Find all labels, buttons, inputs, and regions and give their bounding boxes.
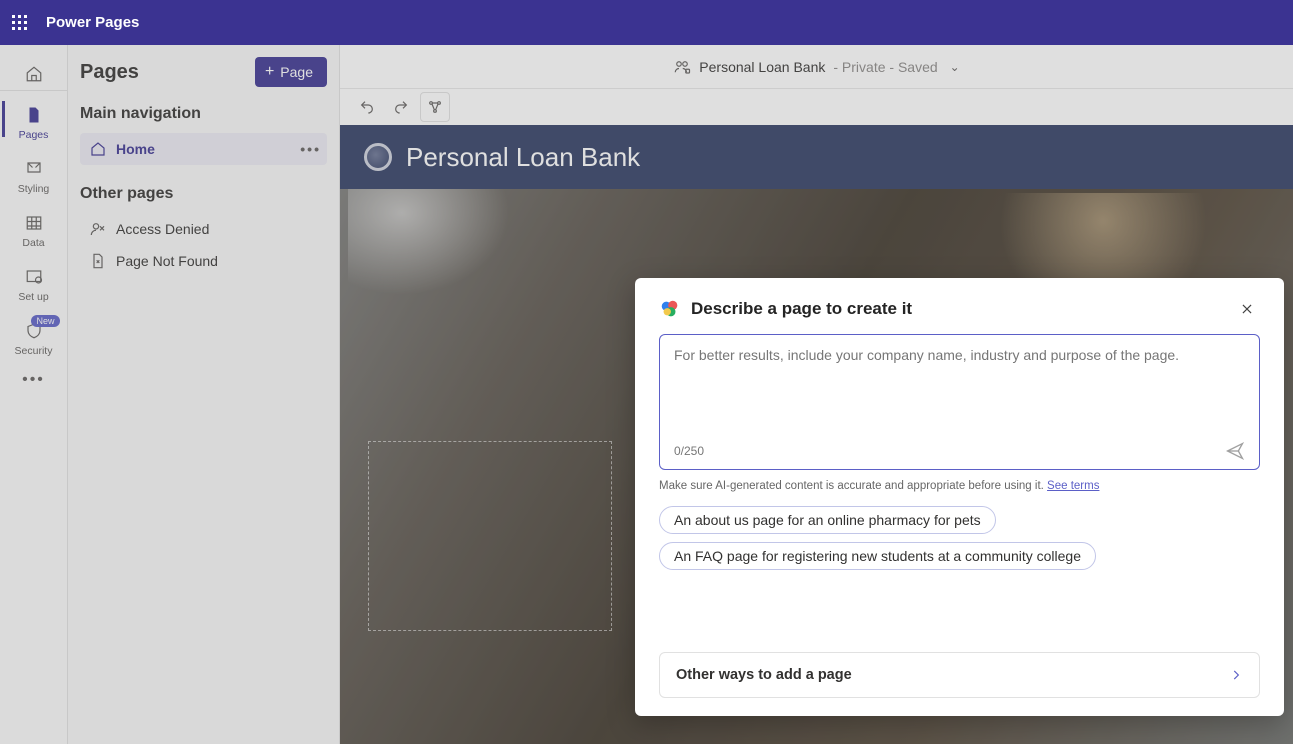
- prompt-input-container: 0/250: [659, 334, 1260, 470]
- nav-item-label: Access Denied: [116, 221, 209, 237]
- styling-icon: [24, 159, 44, 179]
- rail-label: Styling: [18, 183, 50, 195]
- site-logo-icon: [364, 143, 392, 171]
- main-nav-label: Main navigation: [80, 105, 327, 123]
- hero-placeholder-box[interactable]: [368, 441, 612, 631]
- send-icon: [1225, 441, 1245, 461]
- page-icon: [24, 105, 44, 125]
- site-banner: Personal Loan Bank: [340, 125, 1293, 189]
- person-denied-icon: [90, 221, 106, 237]
- rail-more-button[interactable]: •••: [22, 371, 45, 389]
- nav-item-home[interactable]: Home •••: [80, 133, 327, 165]
- site-status: - Private - Saved: [833, 59, 937, 75]
- rail-label: Data: [22, 237, 44, 249]
- nav-item-label: Page Not Found: [116, 253, 218, 269]
- rail-label: Pages: [19, 129, 49, 141]
- site-name[interactable]: Personal Loan Bank: [699, 59, 825, 75]
- rail-item-security[interactable]: New Security: [2, 313, 66, 367]
- copilot-logo-icon: [659, 298, 681, 320]
- rail-label: Set up: [18, 291, 48, 303]
- other-ways-label: Other ways to add a page: [676, 667, 852, 683]
- redo-icon: [393, 99, 409, 115]
- chevron-right-icon: [1229, 668, 1243, 682]
- chevron-down-icon[interactable]: ⌄: [950, 60, 960, 74]
- connections-button[interactable]: [420, 92, 450, 122]
- people-lock-icon: [673, 58, 691, 76]
- canvas-toolbar: [340, 89, 1293, 125]
- send-button[interactable]: [1225, 441, 1245, 461]
- nav-item-not-found[interactable]: Page Not Found: [80, 245, 327, 277]
- suggestion-chip[interactable]: An FAQ page for registering new students…: [659, 542, 1096, 570]
- setup-icon: [24, 267, 44, 287]
- home-icon: [25, 65, 43, 83]
- panel-title: Pages: [80, 61, 139, 84]
- add-page-label: Page: [280, 64, 313, 80]
- app-title: Power Pages: [46, 14, 139, 31]
- data-icon: [24, 213, 44, 233]
- item-menu-button[interactable]: •••: [300, 141, 321, 157]
- suggestion-chip[interactable]: An about us page for an online pharmacy …: [659, 506, 996, 534]
- undo-icon: [359, 99, 375, 115]
- copilot-title: Describe a page to create it: [691, 299, 912, 319]
- home-icon: [90, 141, 106, 157]
- nodes-icon: [427, 99, 443, 115]
- nav-item-access-denied[interactable]: Access Denied: [80, 213, 327, 245]
- other-ways-button[interactable]: Other ways to add a page: [659, 652, 1260, 698]
- rail-label: Security: [15, 345, 53, 357]
- rail-item-styling[interactable]: Styling: [2, 151, 66, 205]
- disclaimer-text: Make sure AI-generated content is accura…: [659, 480, 1047, 492]
- left-panel: Pages + Page Main navigation Home ••• Ot…: [68, 45, 340, 744]
- nav-rail: Pages Styling Data Set up New Security: [0, 45, 68, 744]
- plus-icon: +: [265, 65, 274, 79]
- rail-item-setup[interactable]: Set up: [2, 259, 66, 313]
- nav-item-label: Home: [116, 141, 155, 157]
- suggestion-list: An about us page for an online pharmacy …: [659, 506, 1260, 570]
- waffle-icon[interactable]: [12, 15, 28, 31]
- see-terms-link[interactable]: See terms: [1047, 480, 1099, 492]
- close-button[interactable]: [1240, 299, 1260, 319]
- new-badge: New: [31, 315, 59, 327]
- page-missing-icon: [90, 253, 106, 269]
- rail-item-pages[interactable]: Pages: [2, 97, 66, 151]
- site-banner-title: Personal Loan Bank: [406, 142, 640, 173]
- rail-home-button[interactable]: [0, 57, 67, 91]
- add-page-button[interactable]: + Page: [255, 57, 327, 87]
- copilot-panel: Describe a page to create it 0/250 Make …: [635, 278, 1284, 716]
- redo-button[interactable]: [386, 92, 416, 122]
- other-pages-label: Other pages: [80, 185, 327, 203]
- app-bar: Power Pages: [0, 0, 1293, 45]
- close-icon: [1240, 302, 1254, 316]
- char-counter: 0/250: [674, 444, 704, 458]
- ai-disclaimer: Make sure AI-generated content is accura…: [659, 480, 1260, 492]
- prompt-input[interactable]: [674, 347, 1245, 395]
- undo-button[interactable]: [352, 92, 382, 122]
- site-status-bar: Personal Loan Bank - Private - Saved ⌄: [340, 45, 1293, 89]
- rail-item-data[interactable]: Data: [2, 205, 66, 259]
